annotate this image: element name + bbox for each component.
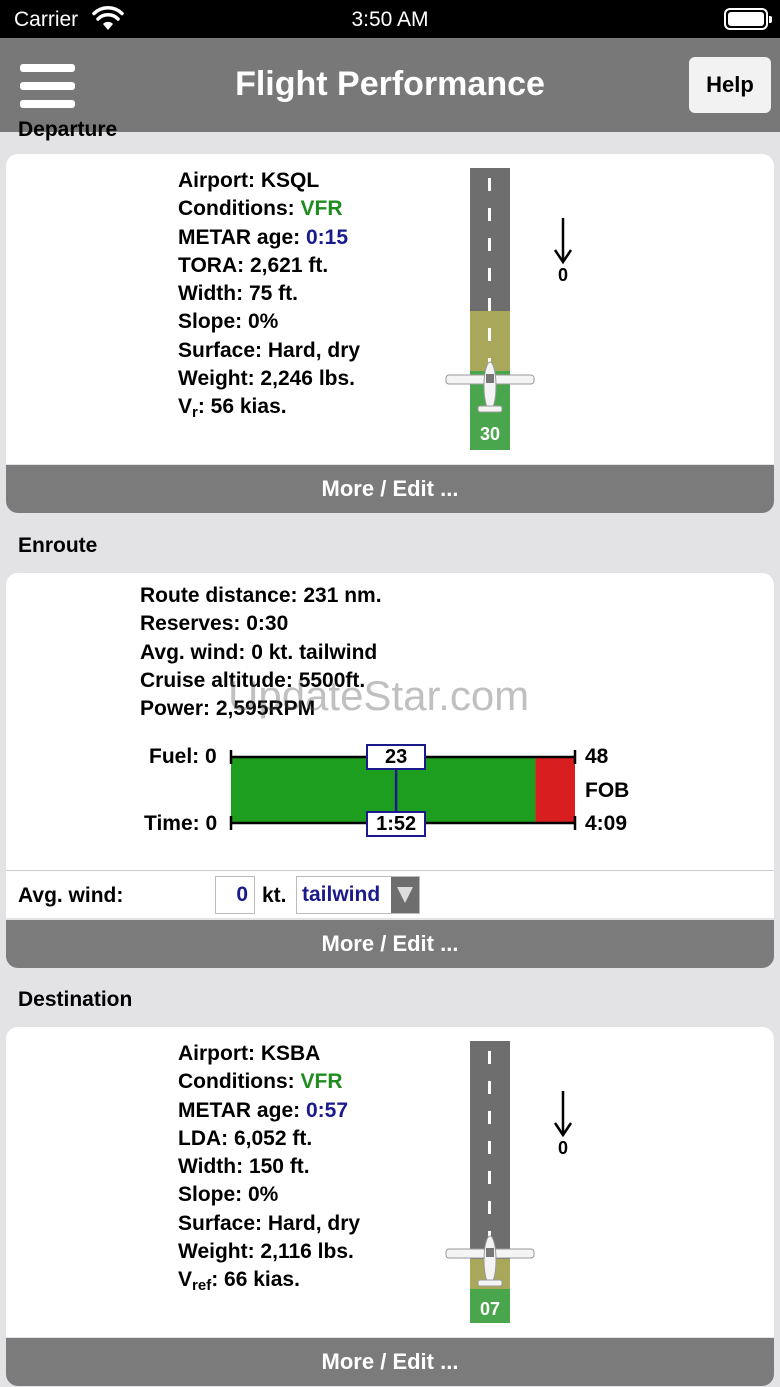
metar-label: METAR age: [178, 1098, 301, 1122]
destination-reference-speed: Vref: 66 kias. [178, 1268, 300, 1295]
fuel-end-label: 48 [585, 745, 609, 768]
destination-width: Width: 150 ft. [178, 1155, 310, 1179]
battery-icon [724, 8, 772, 30]
enroute-more-edit-button[interactable]: More / Edit ... [6, 920, 774, 968]
departure-runway-number: 30 [479, 424, 501, 444]
conditions-label: Conditions: [178, 1070, 295, 1094]
destination-runway-number: 07 [479, 1299, 501, 1319]
departure-airplane-icon [445, 361, 535, 413]
avg-wind-label: Avg. wind: [18, 884, 124, 907]
destination-airport: KSBA [260, 1042, 321, 1065]
destination-slope: Slope: 0% [178, 1183, 279, 1207]
airport-label: Airport: [178, 1042, 255, 1065]
departure-section-label: Departure [18, 118, 118, 141]
status-bar: Carrier 3:50 AM [0, 0, 780, 38]
destination-card [6, 1027, 774, 1337]
destination-section-label: Destination [18, 988, 133, 1011]
time-end-label: 4:09 [585, 812, 628, 835]
departure-slope: Slope: 0% [178, 310, 279, 334]
watermark-text: UpdateStar.com [228, 672, 530, 719]
enroute-section-label: Enroute [18, 534, 98, 557]
clock: 3:50 AM [351, 8, 429, 31]
departure-tora: TORA: 2,621 ft. [178, 253, 329, 277]
time-elapsed-marker: 1:52 [366, 811, 427, 837]
fuel-start-label: Fuel: 0 [149, 745, 217, 768]
destination-more-edit-button[interactable]: More / Edit ... [6, 1338, 774, 1386]
dropdown-arrow-icon[interactable] [391, 877, 419, 913]
departure-width: Width: 75 ft. [178, 282, 298, 306]
destination-conditions: VFR [300, 1070, 343, 1094]
departure-conditions: VFR [300, 197, 343, 221]
destination-info: Airport: KSBA Conditions: VFR METAR age:… [178, 1040, 360, 1301]
destination-weight: Weight: 2,116 lbs. [178, 1240, 354, 1264]
airport-label: Airport: [178, 169, 255, 192]
fob-label: FOB [585, 779, 630, 802]
route-distance: Route distance: 231 nm. [140, 584, 382, 607]
departure-more-edit-button[interactable]: More / Edit ... [6, 465, 774, 513]
departure-wind-value: 0 [557, 265, 568, 285]
reserves: Reserves: 0:30 [140, 612, 289, 636]
departure-info: Airport: KSQL Conditions: VFR METAR age:… [178, 167, 360, 428]
departure-metar-age: 0:15 [305, 225, 348, 249]
destination-wind-arrow-icon [553, 1091, 573, 1137]
avg-wind-input[interactable]: 0 [215, 876, 255, 914]
departure-card [6, 154, 774, 464]
metar-label: METAR age: [178, 225, 301, 249]
wind-direction-value: tailwind [302, 883, 381, 906]
destination-wind-value: 0 [557, 1138, 568, 1158]
departure-weight: Weight: 2,246 lbs. [178, 367, 355, 391]
fuel-bar-reserve-segment [535, 757, 575, 823]
destination-airplane-icon [445, 1235, 535, 1287]
conditions-label: Conditions: [178, 197, 295, 221]
destination-surface: Surface: Hard, dry [178, 1211, 361, 1235]
departure-wind-arrow-icon [553, 218, 573, 264]
destination-lda: LDA: 6,052 ft. [178, 1126, 313, 1150]
fuel-used-marker: 23 [366, 744, 427, 770]
help-button[interactable]: Help [689, 57, 771, 113]
avg-wind-unit: kt. [262, 884, 287, 907]
departure-surface: Surface: Hard, dry [178, 338, 361, 362]
departure-airport: KSQL [260, 169, 320, 192]
destination-metar-age: 0:57 [305, 1098, 348, 1122]
avg-wind-summary: Avg. wind: 0 kt. tailwind [140, 640, 378, 664]
time-start-label: Time: 0 [144, 812, 218, 835]
departure-rotation-speed: Vr: 56 kias. [178, 395, 287, 422]
avg-wind-row: Avg. wind: 0 kt. tailwind [6, 870, 774, 918]
page-title: Flight Performance [235, 65, 545, 103]
wind-direction-select[interactable]: tailwind [296, 876, 420, 914]
